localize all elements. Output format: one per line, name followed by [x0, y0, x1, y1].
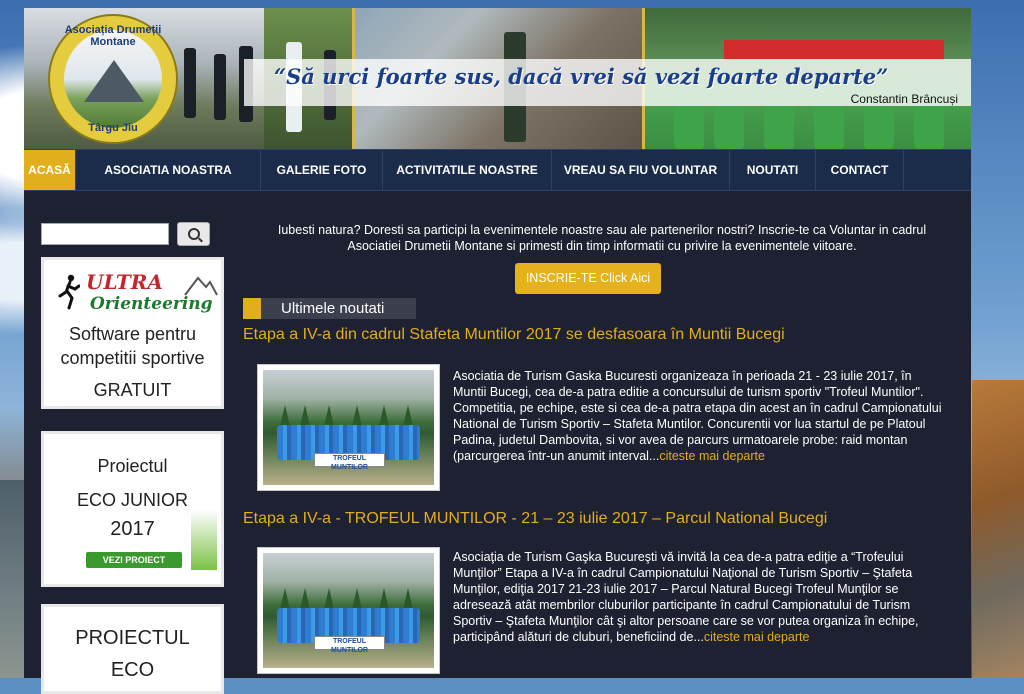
article-title[interactable]: Etapa a IV-a - TROFEUL MUNTILOR - 21 – 2…: [243, 510, 827, 528]
runner-figure: [184, 48, 196, 118]
background-mountain-left: [0, 480, 24, 678]
card-text: ECO: [110, 659, 155, 681]
card-text: PROIECTUL: [75, 627, 190, 649]
logo-mountain-icon: [84, 60, 144, 102]
nav-item-activitatile-noastre[interactable]: ACTIVITATILE NOASTRE: [383, 150, 552, 190]
card-text: ECO JUNIOR: [76, 490, 188, 510]
ultra-orienteering-logo: ULTRA Orienteering: [54, 268, 218, 318]
section-marker: [243, 298, 261, 319]
proiectul-eco-card[interactable]: PROIECTUL ECO: [41, 604, 224, 694]
red-banner: [724, 40, 944, 60]
ultra-title: ULTRA: [86, 270, 163, 294]
article-title[interactable]: Etapa a IV-a din cadrul Stafeta Muntilor…: [243, 326, 785, 344]
photo-banner: TROFEUL MUNTILOR: [314, 636, 385, 654]
nav-item-galerie-foto[interactable]: GALERIE FOTO: [261, 150, 383, 190]
logo-title: Asociația Drumeții Montane: [64, 24, 162, 48]
volunteer-figure: [714, 100, 744, 149]
header-quote: “Să urci foarte sus, dacă vrei să vezi f…: [274, 64, 889, 89]
card-text: competitii sportive: [60, 348, 205, 368]
photo-banner: TROFEUL MUNTILOR: [314, 453, 385, 471]
search-icon: [187, 228, 200, 240]
read-more-link[interactable]: citeste mai departe: [659, 449, 765, 463]
volunteer-figure: [814, 100, 844, 149]
background-mountain-right: [972, 380, 1024, 678]
article-photo: TROFEUL MUNTILOR: [263, 553, 434, 668]
nav-item-contact[interactable]: CONTACT: [816, 150, 904, 190]
volunteer-figure: [864, 106, 894, 149]
article-excerpt: Asociatia de Turism Gaska Bucuresti orga…: [453, 368, 943, 464]
mountain-icon: [184, 276, 218, 296]
search-button[interactable]: [177, 222, 210, 246]
card-text: Proiectul: [97, 456, 168, 476]
article-photo: TROFEUL MUNTILOR: [263, 370, 434, 485]
section-header: Ultimele noutati: [243, 298, 416, 319]
article-excerpt: Asociaţia de Turism Gaşka Bucureşti vă i…: [453, 549, 943, 645]
logo-city: Târgu Jiu: [88, 122, 138, 134]
card-text: Software pentru: [68, 324, 197, 344]
section-title: Ultimele noutati: [261, 298, 416, 319]
article-thumbnail[interactable]: TROFEUL MUNTILOR: [257, 364, 440, 491]
photo-banner-text: TROFEUL MUNTILOR: [331, 455, 368, 472]
ultra-orienteering-card[interactable]: ULTRA Orienteering Software pentru compe…: [41, 257, 224, 409]
photo-banner-text: TROFEUL MUNTILOR: [331, 638, 368, 655]
volunteer-figure: [914, 104, 944, 149]
quote-author: Constantin Brâncuși: [850, 92, 958, 106]
card-text: GRATUIT: [93, 380, 172, 400]
site-logo[interactable]: Asociația Drumeții Montane Târgu Jiu: [48, 14, 178, 144]
volunteer-intro-text: Iubesti natura? Doresti sa participi la …: [277, 223, 927, 253]
read-more-link[interactable]: citeste mai departe: [704, 630, 810, 644]
article-thumbnail[interactable]: TROFEUL MUNTILOR: [257, 547, 440, 674]
nav-item-vreau-sa-fiu-voluntar[interactable]: VREAU SA FIU VOLUNTAR: [552, 150, 730, 190]
nav-item-noutati[interactable]: NOUTATI: [730, 150, 816, 190]
search-input[interactable]: [41, 223, 169, 245]
eco-junior-card[interactable]: Proiectul ECO JUNIOR 2017 VEZI PROIECT: [41, 431, 224, 587]
article-body-text: Asociaţia de Turism Gaşka Bucureşti vă i…: [453, 550, 919, 644]
runner-figure: [214, 54, 226, 120]
signup-button[interactable]: INSCRIE-TE Click Aici: [515, 263, 661, 294]
nav-item-acasa[interactable]: ACASĂ: [24, 150, 76, 190]
volunteer-figure: [764, 104, 794, 149]
runner-icon: [58, 274, 80, 310]
vezi-proiect-button[interactable]: VEZI PROIECT: [86, 552, 182, 568]
main-navigation: ACASĂ ASOCIATIA NOASTRA GALERIE FOTO ACT…: [24, 149, 971, 191]
site-container: Asociația Drumeții Montane Târgu Jiu “Să…: [24, 8, 971, 694]
nav-item-asociatia-noastra[interactable]: ASOCIATIA NOASTRA: [76, 150, 261, 190]
volunteer-figure: [674, 104, 704, 149]
ultra-subtitle: Orienteering: [90, 294, 213, 314]
header-banner: Asociația Drumeții Montane Târgu Jiu “Să…: [24, 8, 971, 149]
grass-decoration: [191, 510, 217, 570]
